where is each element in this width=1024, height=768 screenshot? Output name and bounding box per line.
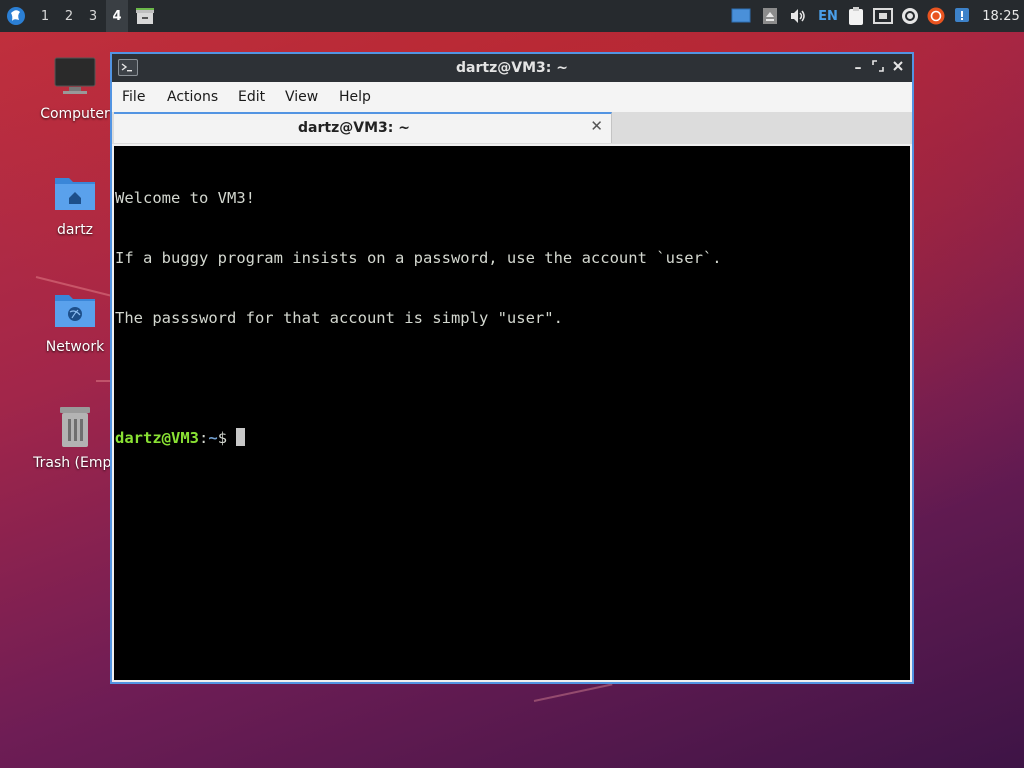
top-panel: 1 2 3 4 EN 18:25	[0, 0, 1024, 32]
terminal-output[interactable]: Welcome to VM3! If a buggy program insis…	[114, 146, 910, 680]
window-button[interactable]	[132, 0, 158, 32]
workspace-4[interactable]: 4	[106, 0, 128, 32]
desktop-icon-label: Trash (Empt	[33, 455, 117, 471]
menu-edit[interactable]: Edit	[238, 89, 265, 105]
software-updater-icon[interactable]	[926, 0, 946, 32]
close-icon	[893, 61, 903, 71]
terminal-window: dartz@VM3: ~ – File Actions Edit View He…	[110, 52, 914, 684]
tab-bar: dartz@VM3: ~ ✕	[112, 112, 912, 144]
window-titlebar[interactable]: dartz@VM3: ~ –	[112, 54, 912, 82]
desktop-icon-label: Computer	[40, 106, 110, 122]
desktop-icon-label: dartz	[56, 222, 94, 238]
desktop-icon-network[interactable]: Network	[30, 289, 120, 355]
desktop-icon-label: Network	[45, 339, 105, 355]
terminal-prompt[interactable]: dartz@VM3:~$	[115, 428, 910, 448]
prompt-symbol: $	[217, 429, 237, 447]
home-folder-icon	[53, 172, 97, 216]
eject-icon[interactable]	[760, 0, 780, 32]
terminal-line: Welcome to VM3!	[115, 189, 255, 207]
clipboard-icon[interactable]	[846, 0, 866, 32]
desktop-icon-home-folder[interactable]: dartz	[30, 172, 120, 238]
text-cursor	[236, 428, 246, 446]
menu-file[interactable]: File	[122, 89, 145, 105]
desktop-icon-computer[interactable]: Computer	[30, 56, 120, 122]
terminal-tab[interactable]: dartz@VM3: ~ ✕	[114, 112, 612, 143]
info-notification-icon[interactable]	[952, 0, 972, 32]
wallpaper-line	[533, 683, 613, 702]
close-button[interactable]	[888, 58, 908, 78]
prompt-separator: :	[199, 429, 209, 447]
workspace-1[interactable]: 1	[34, 0, 56, 32]
clock[interactable]: 18:25	[978, 0, 1024, 32]
trash-icon	[53, 405, 97, 449]
monitor-icon[interactable]	[730, 0, 752, 32]
minimize-button[interactable]: –	[848, 58, 868, 78]
prompt-user-host: dartz@VM3	[115, 429, 199, 447]
maximize-icon	[872, 60, 884, 72]
menu-help[interactable]: Help	[339, 89, 371, 105]
computer-icon	[53, 56, 97, 100]
archive-icon	[136, 8, 154, 24]
terminal-line: The passsword for that account is simply…	[115, 309, 563, 327]
prompt-path: ~	[208, 429, 218, 447]
tab-label: dartz@VM3: ~	[298, 120, 410, 136]
terminal-line: If a buggy program insists on a password…	[115, 249, 722, 267]
app-menu-button[interactable]	[4, 0, 28, 32]
desktop-icon-trash[interactable]: Trash (Empt	[30, 405, 120, 471]
tab-close-icon[interactable]: ✕	[590, 117, 603, 135]
workspace-3[interactable]: 3	[82, 0, 104, 32]
menubar: File Actions Edit View Help	[112, 82, 912, 112]
menu-actions[interactable]: Actions	[167, 89, 218, 105]
keyboard-layout-indicator[interactable]: EN	[814, 0, 842, 32]
network-wired-icon[interactable]	[872, 0, 894, 32]
volume-icon[interactable]	[788, 0, 808, 32]
sync-icon[interactable]	[900, 0, 920, 32]
window-title: dartz@VM3: ~	[456, 60, 568, 76]
xubuntu-logo-icon	[7, 7, 25, 25]
network-folder-icon	[53, 289, 97, 333]
maximize-button[interactable]	[868, 58, 888, 78]
menu-view[interactable]: View	[285, 89, 318, 105]
workspace-2[interactable]: 2	[58, 0, 80, 32]
